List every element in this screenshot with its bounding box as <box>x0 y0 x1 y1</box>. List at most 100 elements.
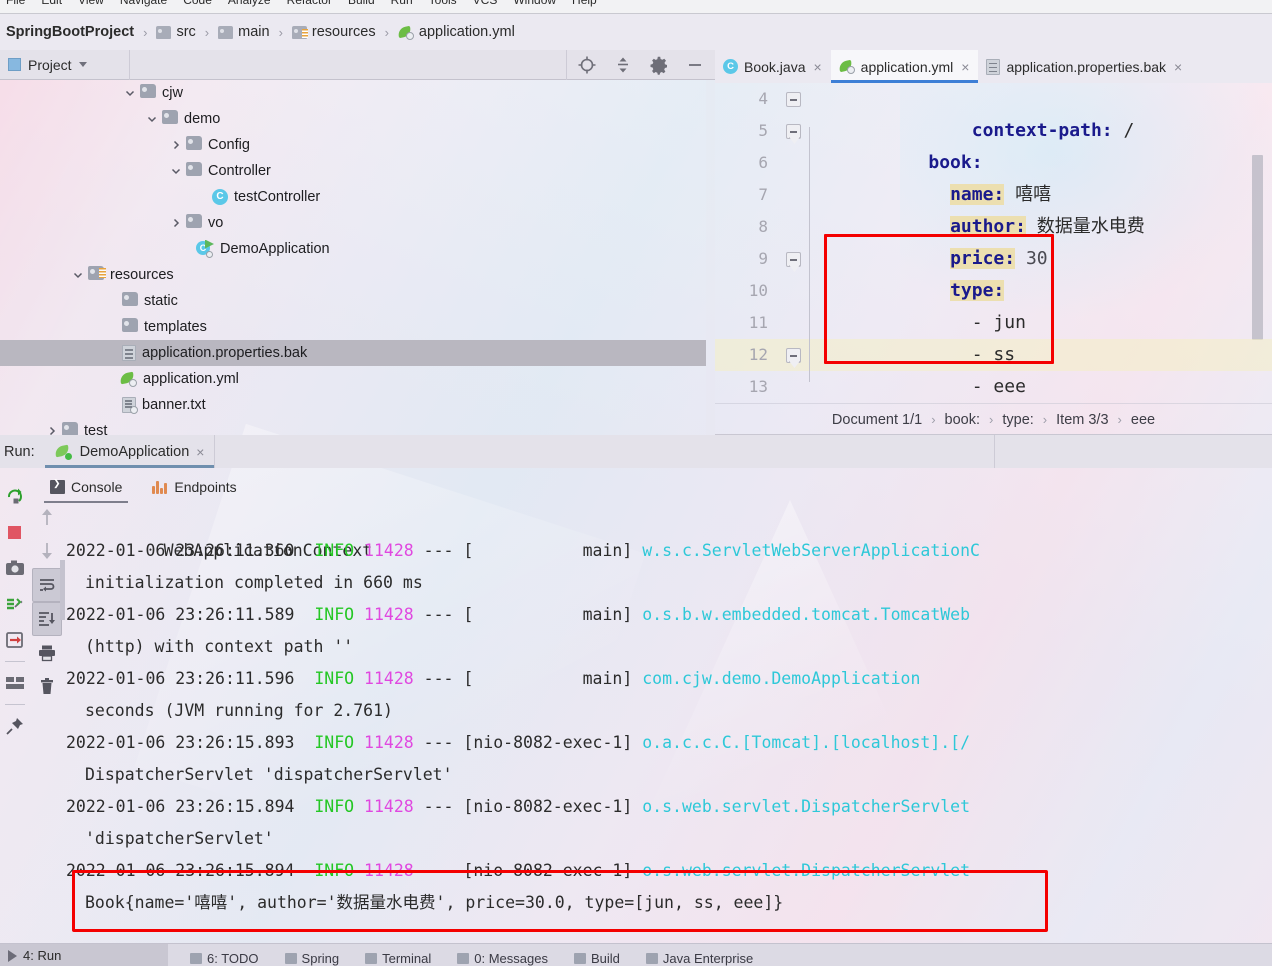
editor-breadcrumb-item[interactable]: Item 3/3 <box>1056 412 1108 428</box>
fold-marker-icon[interactable] <box>786 348 801 363</box>
print-icon[interactable] <box>32 636 62 670</box>
menu-item-vcs[interactable]: VCS <box>473 0 498 7</box>
menu-bar[interactable]: File Edit View Navigate Code Analyze Ref… <box>0 0 1272 14</box>
tree-item-vo[interactable]: vo <box>0 210 706 236</box>
screenshot-icon[interactable] <box>2 550 28 586</box>
thread-dump-icon[interactable] <box>2 586 28 622</box>
close-icon[interactable]: × <box>813 59 821 75</box>
tree-item-demo[interactable]: demo <box>0 106 706 132</box>
breadcrumb-resources[interactable]: resources <box>312 24 376 40</box>
tab-application-yml[interactable]: application.yml × <box>830 50 979 83</box>
code-line[interactable]: book: <box>820 115 1272 173</box>
menu-item-navigate[interactable]: Navigate <box>120 0 167 7</box>
tab-application-properties-bak[interactable]: application.properties.bak × <box>978 50 1191 83</box>
tree-item-banner-txt[interactable]: banner.txt <box>0 392 706 418</box>
menu-item-analyze[interactable]: Analyze <box>228 0 271 7</box>
fold-marker-icon[interactable] <box>786 92 801 107</box>
gear-icon[interactable] <box>649 55 669 75</box>
export-icon[interactable] <box>2 622 28 658</box>
editor-breadcrumb-bar[interactable]: Document 1/1 › book: › type: › Item 3/3 … <box>715 403 1272 435</box>
project-title-button[interactable]: Project <box>0 49 130 80</box>
chevron-down-icon[interactable] <box>146 113 158 125</box>
fold-marker-icon[interactable] <box>786 124 801 139</box>
status-run-button[interactable]: 4: Run <box>0 944 168 966</box>
editor-gutter[interactable]: 4 5 6 7 8 9 10 11 12 13 <box>715 83 820 403</box>
editor-breadcrumb-type[interactable]: type: <box>1002 412 1033 428</box>
tab-book-java[interactable]: C Book.java × <box>715 50 831 83</box>
breadcrumb-project[interactable]: SpringBootProject <box>6 24 134 40</box>
tree-item-config[interactable]: Config <box>0 132 706 158</box>
chevron-right-icon[interactable] <box>170 139 182 151</box>
status-item-java-enterprise[interactable]: Java Enterprise <box>645 951 753 966</box>
layout-icon[interactable] <box>2 665 28 701</box>
minimize-icon[interactable] <box>685 55 705 75</box>
chevron-down-icon[interactable] <box>170 165 182 177</box>
project-tree[interactable]: cjw demo Config Controller C testControl… <box>0 80 706 435</box>
tree-item-templates[interactable]: templates <box>0 314 706 340</box>
rerun-icon[interactable] <box>2 478 28 514</box>
trash-icon[interactable] <box>32 670 62 704</box>
fold-marker-icon[interactable] <box>786 252 801 267</box>
locate-icon[interactable] <box>577 55 597 75</box>
up-arrow-icon[interactable] <box>32 500 62 534</box>
code-line[interactable] <box>820 371 1272 403</box>
collapse-all-icon[interactable] <box>613 55 633 75</box>
run-tab-demoapplication[interactable]: DemoApplication × <box>44 435 215 468</box>
code-line[interactable]: name: 嘻嘻 <box>820 147 1272 205</box>
menu-item-file[interactable]: File <box>6 0 25 7</box>
editor-breadcrumb-book[interactable]: book: <box>945 412 980 428</box>
menu-item-tools[interactable]: Tools <box>429 0 457 7</box>
menu-item-edit[interactable]: Edit <box>41 0 62 7</box>
close-icon[interactable]: × <box>1174 59 1182 75</box>
tree-item-controller[interactable]: Controller <box>0 158 706 184</box>
tree-item-test[interactable]: test <box>0 418 706 435</box>
tab-endpoints[interactable]: Endpoints <box>146 470 242 503</box>
menu-item-run[interactable]: Run <box>391 0 413 7</box>
down-arrow-icon[interactable] <box>32 534 62 568</box>
console-line: 2022-01-06 23:26:15.893 INFO 11428 --- [… <box>66 727 1272 759</box>
tab-console[interactable]: Console <box>44 470 129 503</box>
menu-item-help[interactable]: Help <box>572 0 597 7</box>
status-item-terminal[interactable]: Terminal <box>365 951 431 966</box>
code-line[interactable]: context-path: / <box>820 83 1272 141</box>
status-item-todo[interactable]: 6: TODO <box>190 951 259 966</box>
close-icon[interactable]: × <box>196 444 204 460</box>
editor-breadcrumb-document[interactable]: Document 1/1 <box>832 412 922 428</box>
tree-item-application-yml[interactable]: application.yml <box>0 366 706 392</box>
tree-item-application-properties-bak[interactable]: application.properties.bak <box>0 340 706 366</box>
close-icon[interactable]: × <box>961 59 969 75</box>
tree-item-testcontroller[interactable]: C testController <box>0 184 706 210</box>
navigation-bar[interactable]: SpringBootProject › src › main › resourc… <box>0 14 1272 50</box>
project-panel-title: Project <box>28 56 72 73</box>
pin-icon[interactable] <box>2 708 28 744</box>
soft-wrap-icon[interactable] <box>32 568 62 602</box>
breadcrumb-file[interactable]: application.yml <box>419 24 515 40</box>
tree-item-resources[interactable]: resources <box>0 262 706 288</box>
editor-body[interactable]: 4 5 6 7 8 9 10 11 12 13 context-path: / <box>715 83 1272 403</box>
editor-breadcrumb-value[interactable]: eee <box>1131 412 1155 428</box>
breadcrumb-main[interactable]: main <box>238 24 269 40</box>
tree-item-static[interactable]: static <box>0 288 706 314</box>
console-logger: com.cjw.demo.DemoApplication <box>642 669 921 688</box>
menu-item-code[interactable]: Code <box>183 0 212 7</box>
chevron-down-icon[interactable] <box>124 87 136 99</box>
menu-item-view[interactable]: View <box>78 0 104 7</box>
console-scrollbar[interactable] <box>60 560 65 620</box>
status-item-build[interactable]: Build <box>573 951 620 966</box>
menu-item-build[interactable]: Build <box>348 0 375 7</box>
chevron-right-icon[interactable] <box>46 425 58 435</box>
stop-icon[interactable] <box>2 514 28 550</box>
status-item-messages[interactable]: 0: Messages <box>457 951 548 966</box>
scroll-to-end-icon[interactable] <box>32 602 62 636</box>
menu-item-window[interactable]: Window <box>513 0 556 7</box>
chevron-down-icon[interactable] <box>78 62 87 67</box>
tree-item-demoapplication[interactable]: C DemoApplication <box>0 236 706 262</box>
chevron-right-icon[interactable] <box>170 217 182 229</box>
terminal-icon <box>365 953 378 964</box>
menu-item-refactor[interactable]: Refactor <box>287 0 332 7</box>
breadcrumb-src[interactable]: src <box>176 24 195 40</box>
status-item-spring[interactable]: Spring <box>284 951 339 966</box>
code-line[interactable]: author: 数据量水电费 <box>820 179 1272 237</box>
chevron-down-icon[interactable] <box>72 269 84 281</box>
tree-item-cjw[interactable]: cjw <box>0 80 706 106</box>
